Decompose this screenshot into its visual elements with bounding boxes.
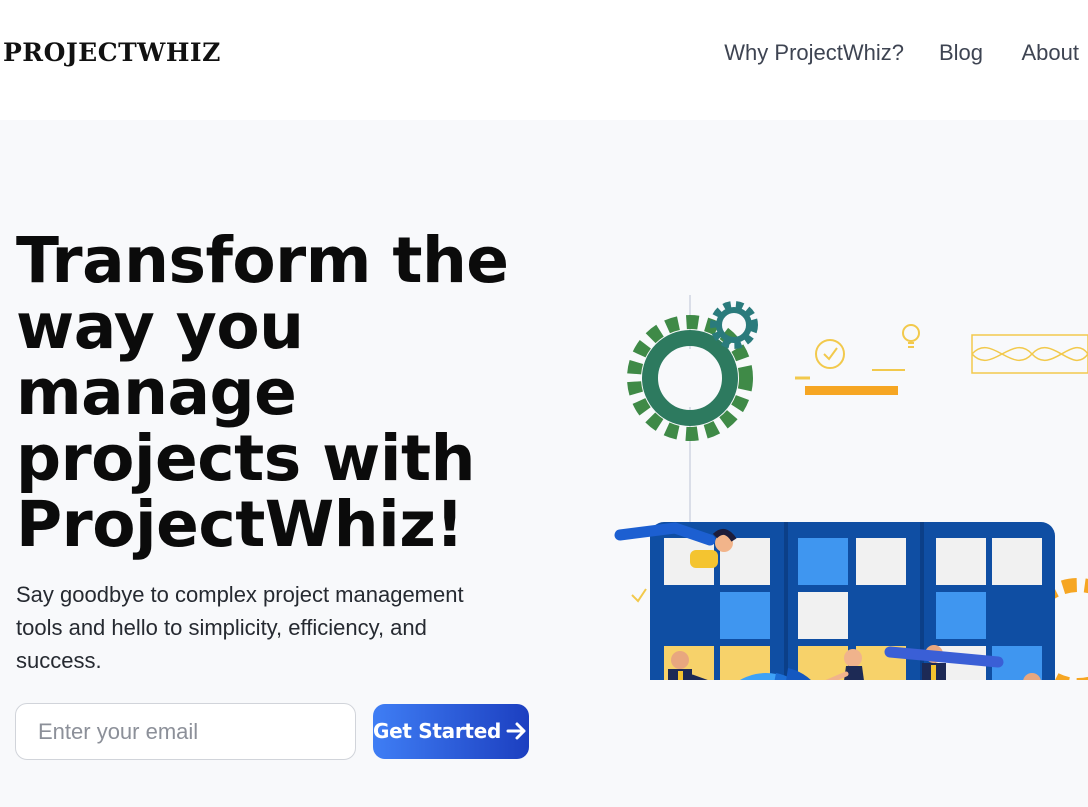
clock-icon bbox=[815, 339, 845, 369]
site-header: PROJECTWHIZ Why ProjectWhiz? Blog About bbox=[0, 0, 1088, 120]
lightbulb-icon bbox=[902, 324, 920, 348]
nav-link-blog[interactable]: Blog bbox=[939, 40, 983, 66]
hero-headline: Transform the way you manage projects wi… bbox=[16, 224, 509, 561]
nav-link-why-projectwhiz[interactable]: Why ProjectWhiz? bbox=[724, 40, 904, 66]
hero-subtitle: Say goodbye to complex project managemen… bbox=[16, 582, 464, 673]
hero-section: Transform the way you manage projects wi… bbox=[0, 120, 1088, 807]
email-input[interactable] bbox=[15, 703, 356, 760]
arrow-right-icon bbox=[506, 722, 526, 740]
get-started-label: Get Started bbox=[373, 719, 501, 743]
nav-link-about[interactable]: About bbox=[1022, 40, 1080, 66]
get-started-button[interactable]: Get Started bbox=[373, 704, 529, 759]
team-task-board-illustration bbox=[614, 295, 1088, 680]
wave-chart-icon bbox=[971, 334, 1088, 374]
logo[interactable]: PROJECTWHIZ bbox=[3, 38, 221, 67]
